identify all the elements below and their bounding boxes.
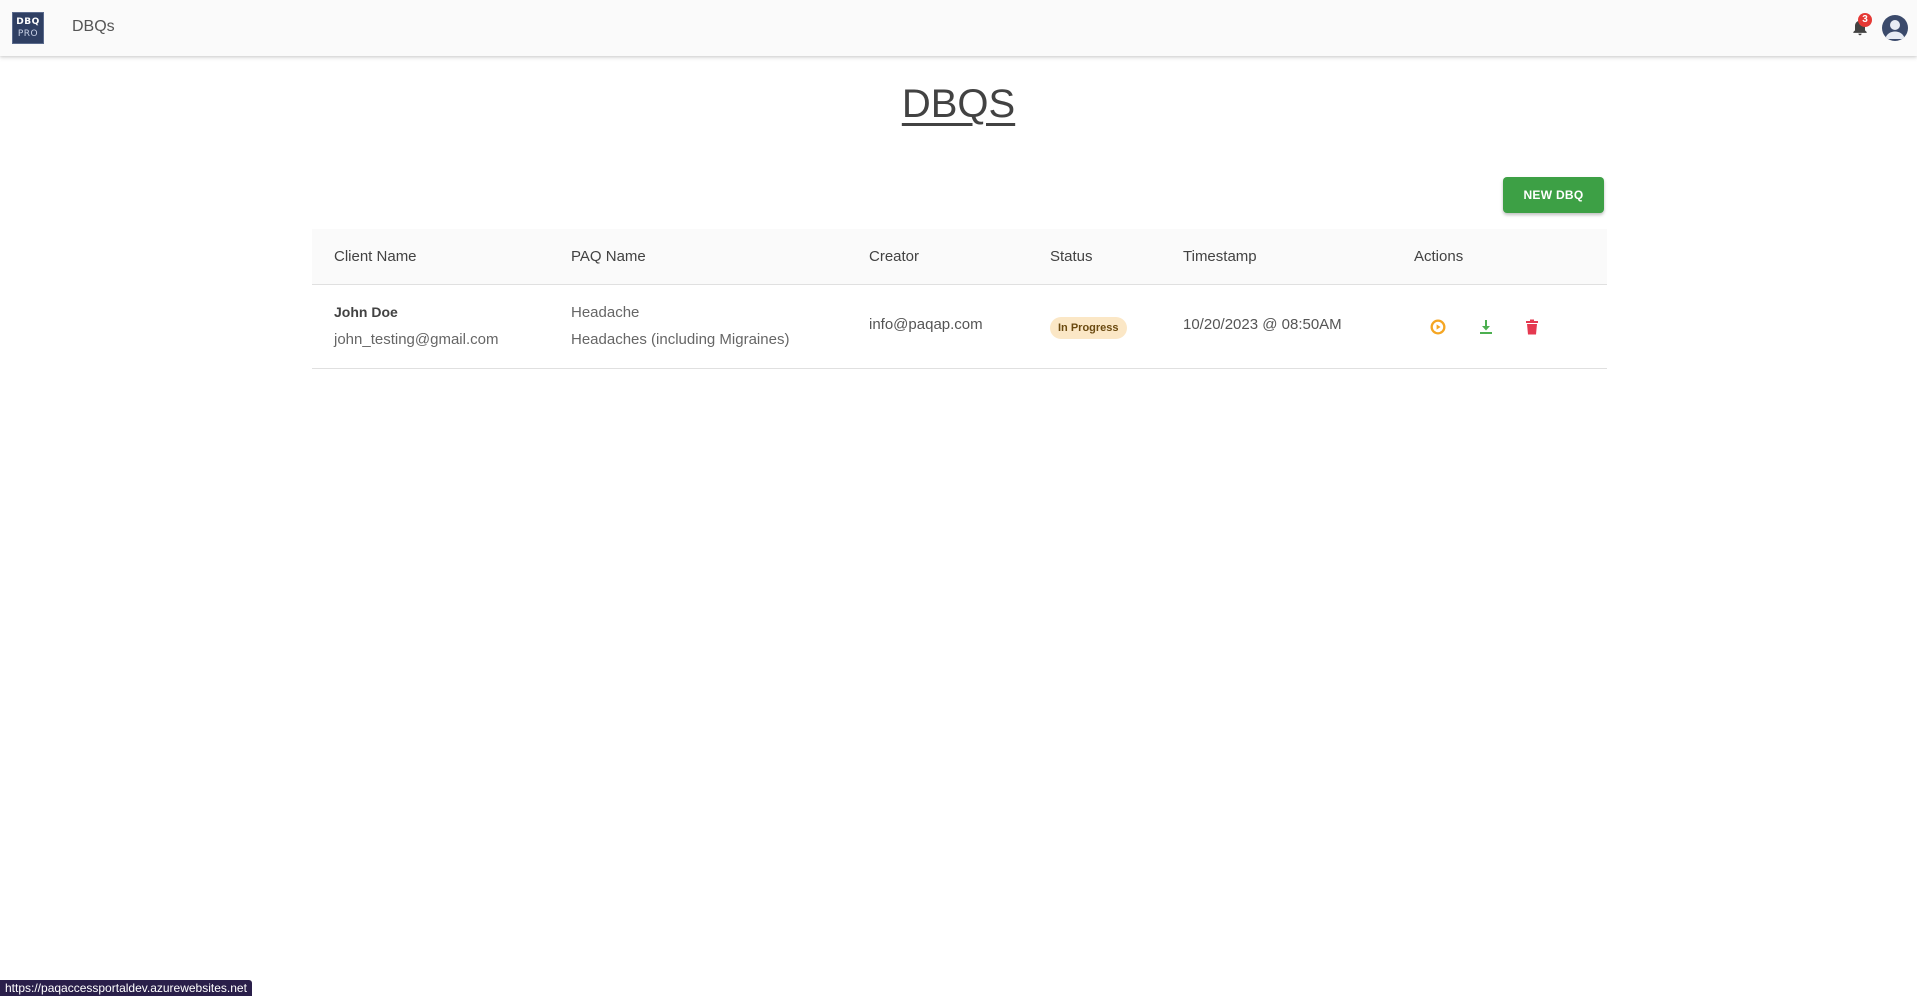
notification-count-badge: 3 (1858, 13, 1872, 27)
column-header-client-name: Client Name (334, 248, 417, 265)
play-icon[interactable] (1427, 316, 1449, 338)
creator-email: info@paqap.com (869, 316, 983, 333)
user-icon (1885, 20, 1905, 39)
page-title: DBQS (901, 82, 1016, 126)
logo-text-bottom: PRO (17, 29, 39, 39)
client-name: John Doe (334, 304, 398, 320)
timestamp: 10/20/2023 @ 08:50AM (1183, 316, 1342, 333)
link-status-url: https://paqaccessportaldev.azurewebsites… (0, 980, 252, 996)
column-header-status: Status (1050, 248, 1093, 265)
column-header-actions: Actions (1414, 248, 1464, 265)
dbq-table: Client Name PAQ Name Creator Status Time… (312, 229, 1607, 369)
user-avatar[interactable] (1882, 15, 1908, 41)
table-header: Client Name PAQ Name Creator Status Time… (312, 229, 1607, 285)
delete-icon[interactable] (1521, 316, 1543, 338)
app-logo[interactable]: DBQ PRO (12, 12, 44, 44)
app-title[interactable]: DBQs (72, 18, 115, 36)
download-icon[interactable] (1475, 316, 1497, 338)
column-header-creator: Creator (869, 248, 920, 265)
column-header-timestamp: Timestamp (1183, 248, 1257, 265)
table-row[interactable]: John Doe john_testing@gmail.com Headache… (312, 285, 1607, 369)
logo-text-top: DBQ (16, 17, 40, 27)
paq-name: Headache (571, 304, 640, 321)
status-badge: In Progress (1050, 317, 1127, 339)
column-header-paq-name: PAQ Name (571, 248, 646, 265)
new-dbq-button[interactable]: NEW DBQ (1503, 177, 1604, 213)
top-app-bar: DBQ PRO DBQs 3 (0, 0, 1917, 56)
paq-subtitle: Headaches (including Migraines) (571, 331, 790, 348)
client-email: john_testing@gmail.com (334, 331, 499, 348)
